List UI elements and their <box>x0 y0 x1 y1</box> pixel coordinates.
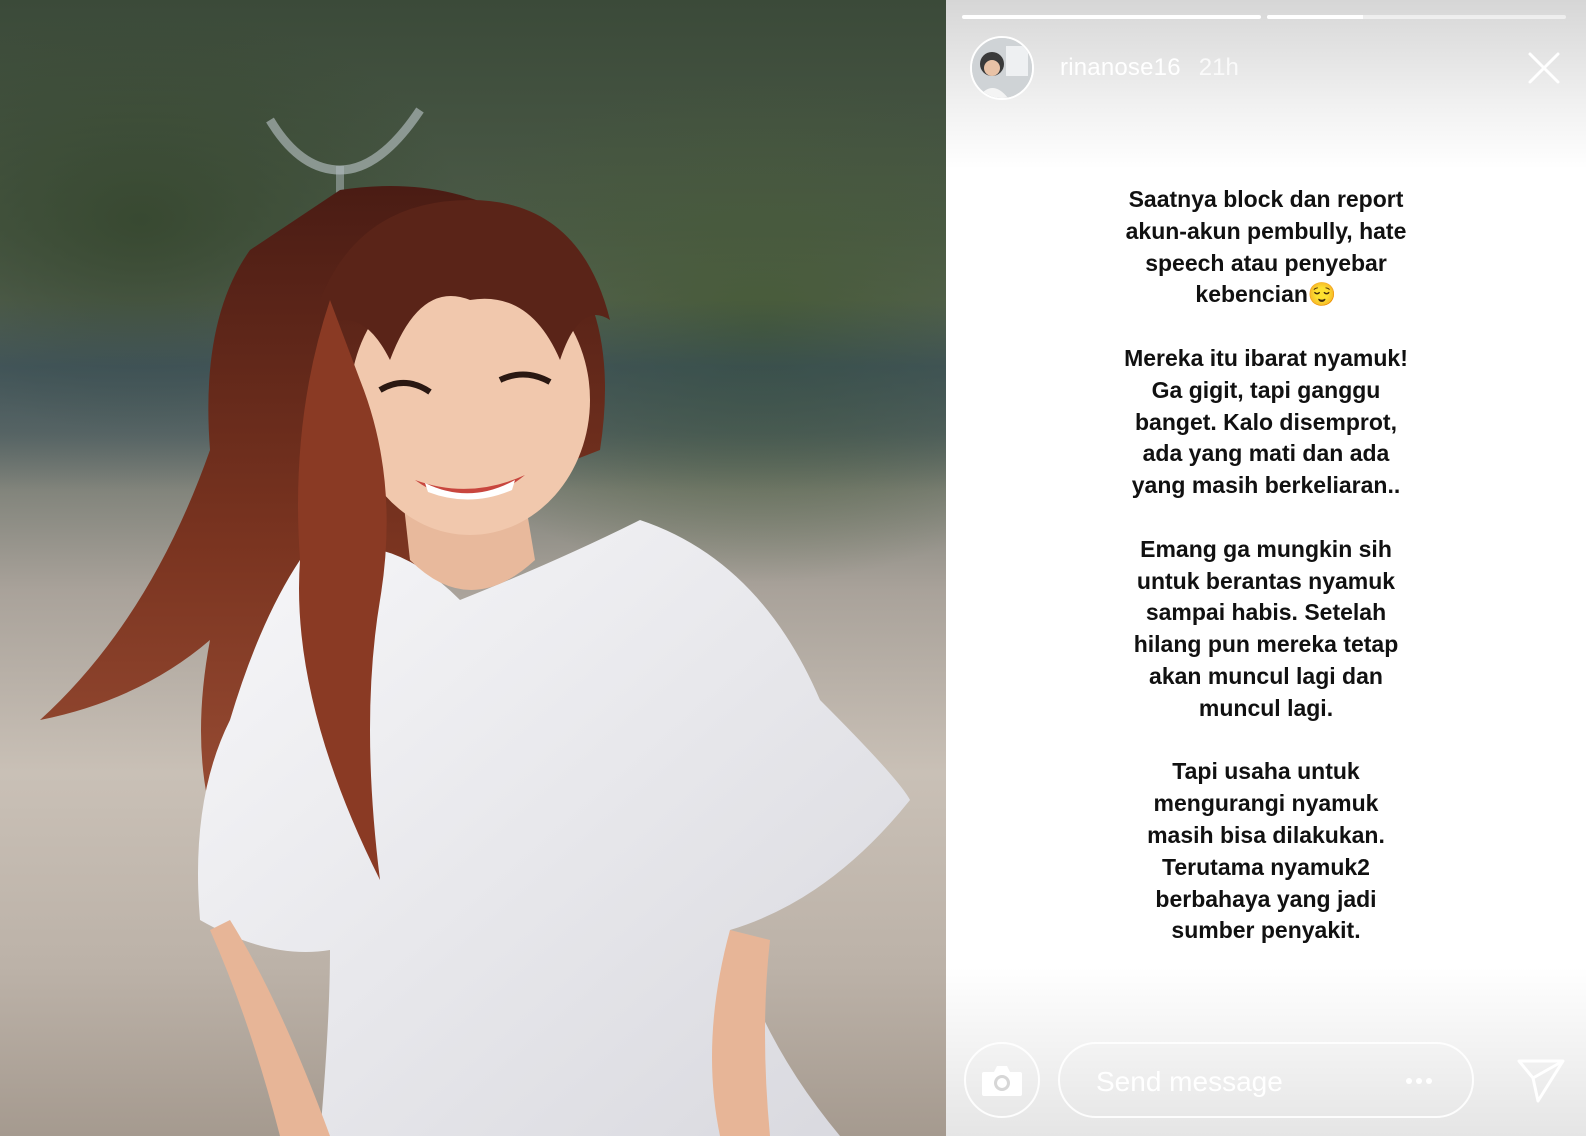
story-paragraph: Tapi usaha untuk mengurangi nyamuk masih… <box>1147 758 1385 944</box>
story-paragraph: Mereka itu ibarat nyamuk! Ga gigit, tapi… <box>1124 344 1408 499</box>
progress-segment <box>1267 15 1566 19</box>
camera-icon <box>982 1066 1022 1096</box>
message-placeholder: Send message <box>1096 1066 1283 1097</box>
progress-segment <box>962 15 1261 19</box>
story-panel[interactable]: rinanose16 21h Saatnya block dan report … <box>946 0 1586 1136</box>
story-paragraph: Emang ga mungkin sih untuk berantas nyam… <box>1133 535 1399 721</box>
progress-fill <box>962 15 1261 19</box>
story-photo <box>0 0 946 1136</box>
story-progress <box>962 15 1566 19</box>
story-text: Saatnya block dan report akun-akun pembu… <box>986 184 1546 979</box>
story-paragraph: Saatnya block dan report akun-akun pembu… <box>1125 186 1407 308</box>
camera-button[interactable] <box>964 1042 1040 1118</box>
reply-bar: Send message <box>964 1042 1568 1120</box>
person-figure <box>40 186 910 1136</box>
story-timestamp: 21h <box>1198 54 1239 81</box>
username[interactable]: rinanose16 <box>1060 54 1181 82</box>
close-icon[interactable] <box>1526 50 1562 86</box>
story-header: rinanose16 21h <box>970 36 1239 100</box>
avatar[interactable] <box>970 36 1034 100</box>
story-viewer-screen: rinanose16 21h Saatnya block dan report … <box>0 0 1586 1136</box>
send-message-input[interactable]: Send message <box>1058 1042 1474 1118</box>
send-icon[interactable] <box>1516 1056 1566 1104</box>
more-icon[interactable] <box>1404 1066 1434 1096</box>
progress-fill <box>1267 15 1363 19</box>
